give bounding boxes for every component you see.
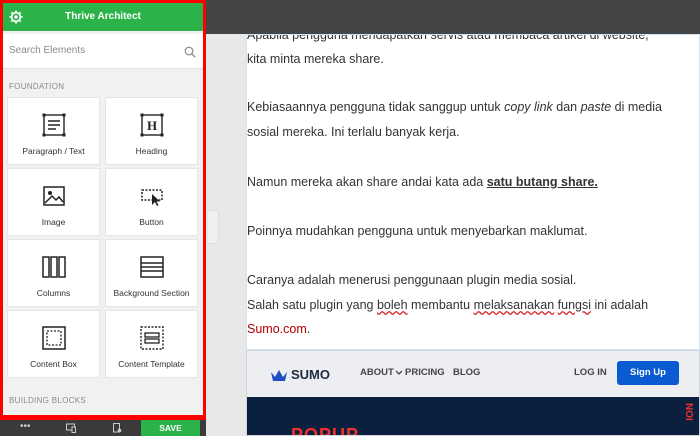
save-button[interactable]: SAVE xyxy=(141,420,200,436)
sumo-nav-pricing[interactable]: PRICING xyxy=(405,367,445,378)
sumo-nav-blog[interactable]: BLOG xyxy=(453,367,480,378)
button-icon xyxy=(140,189,163,206)
search-input[interactable]: Search Elements xyxy=(9,45,85,56)
paragraph-line: sosial mereka. Ini terlalu banyak kerja. xyxy=(247,125,460,139)
image-icon xyxy=(42,186,65,206)
element-label: Columns xyxy=(36,288,71,298)
element-content-template[interactable]: Content Template xyxy=(105,310,198,378)
section-building-blocks-label: BUILDING BLOCKS xyxy=(9,396,86,405)
text-span: membantu xyxy=(407,298,474,312)
device-preview-icon[interactable] xyxy=(66,423,76,433)
element-button[interactable]: Button xyxy=(105,168,198,236)
text-span: boleh xyxy=(376,298,408,312)
element-label: Content Template xyxy=(118,359,185,369)
text-span: paste xyxy=(580,100,612,114)
crown-icon xyxy=(271,370,287,381)
paragraph-line: kita minta mereka share. xyxy=(247,52,384,66)
content-box-icon xyxy=(41,326,66,350)
sidebar-collapse-handle[interactable] xyxy=(208,210,219,244)
editor-content-area[interactable]: Apabila pengguna mendapatkan servis atau… xyxy=(246,34,700,350)
sumo-nav-about-label: ABOUT xyxy=(360,367,394,378)
element-columns[interactable]: Columns xyxy=(7,239,100,307)
element-label: Background Section xyxy=(113,288,190,298)
sumo-link[interactable]: Sumo.com xyxy=(247,322,307,336)
section-foundation-label: FOUNDATION xyxy=(9,82,65,91)
paragraph-line: Caranya adalah menerusi penggunaan plugi… xyxy=(247,273,577,287)
element-label: Image xyxy=(41,217,66,227)
text-span: dan xyxy=(552,100,581,114)
sumo-logo-text: SUMO xyxy=(291,367,330,382)
element-background-section[interactable]: Background Section xyxy=(105,239,198,307)
sumo-hero-side-text: NOI xyxy=(683,403,694,421)
background-section-icon xyxy=(139,256,164,278)
paragraph-line: Kebiasaannya pengguna tidak sanggup untu… xyxy=(247,95,662,120)
element-paragraph-text[interactable]: Paragraph / Text xyxy=(7,97,100,165)
paragraph-line: Salah satu plugin yang boleh membantu me… xyxy=(247,293,648,318)
text-span: Salah satu plugin yang xyxy=(247,298,377,312)
search-icon[interactable] xyxy=(184,46,196,58)
text-span: di media xyxy=(611,100,662,114)
content-template-icon xyxy=(139,326,164,350)
paragraph-line: Poinnya mudahkan pengguna untuk menyebar… xyxy=(247,224,588,238)
paragraph-icon xyxy=(42,113,65,137)
sumo-website-preview: SUMO ABOUT PRICING BLOG LOG IN Sign Up P… xyxy=(246,350,700,436)
paragraph-line: Namun mereka akan share andai kata ada s… xyxy=(247,170,598,195)
sidebar-bottom-bar: ••• SAVE xyxy=(0,420,206,436)
text-span: ini adalah xyxy=(591,298,649,312)
text-span: . xyxy=(306,322,311,336)
page-settings-icon[interactable] xyxy=(112,423,122,433)
sidebar-highlight-frame: Thrive Architect Search Elements FOUNDAT… xyxy=(0,0,206,436)
share-button-text-link[interactable]: satu butang share. xyxy=(487,175,598,189)
sumo-hero: POPUP NOI xyxy=(247,397,699,436)
sumo-signup-button[interactable]: Sign Up xyxy=(617,361,679,385)
element-heading[interactable]: H Heading xyxy=(105,97,198,165)
heading-icon: H xyxy=(140,113,163,137)
sumo-nav-about[interactable]: ABOUT xyxy=(360,367,403,378)
svg-text:H: H xyxy=(146,118,156,133)
app-title: Thrive Architect xyxy=(65,11,141,22)
sumo-login-link[interactable]: LOG IN xyxy=(574,367,607,378)
text-span: copy link xyxy=(504,100,553,114)
more-options-button[interactable]: ••• xyxy=(20,422,31,432)
text-span: melaksanakan xyxy=(473,298,555,312)
sidebar-header: Thrive Architect xyxy=(3,3,203,31)
text-span: Kebiasaannya pengguna tidak sanggup untu… xyxy=(247,100,505,114)
sumo-hero-heading: POPUP xyxy=(291,425,360,436)
element-label: Button xyxy=(139,217,164,227)
element-label: Paragraph / Text xyxy=(22,146,85,156)
text-span: Namun mereka akan share andai kata ada xyxy=(247,175,487,189)
search-elements-field[interactable]: Search Elements xyxy=(3,34,203,69)
sumo-navbar: SUMO ABOUT PRICING BLOG LOG IN Sign Up xyxy=(247,351,699,397)
elements-sidebar: Thrive Architect Search Elements FOUNDAT… xyxy=(3,3,203,415)
paragraph-line: Apabila pengguna mendapatkan servis atau… xyxy=(247,34,649,42)
text-span: fungsi xyxy=(557,298,592,312)
columns-icon xyxy=(41,256,66,278)
element-image[interactable]: Image xyxy=(7,168,100,236)
element-label: Heading xyxy=(135,146,168,156)
element-content-box[interactable]: Content Box xyxy=(7,310,100,378)
paragraph-line: Sumo.com. xyxy=(247,317,310,342)
element-label: Content Box xyxy=(30,359,77,369)
chevron-down-icon xyxy=(395,370,403,375)
